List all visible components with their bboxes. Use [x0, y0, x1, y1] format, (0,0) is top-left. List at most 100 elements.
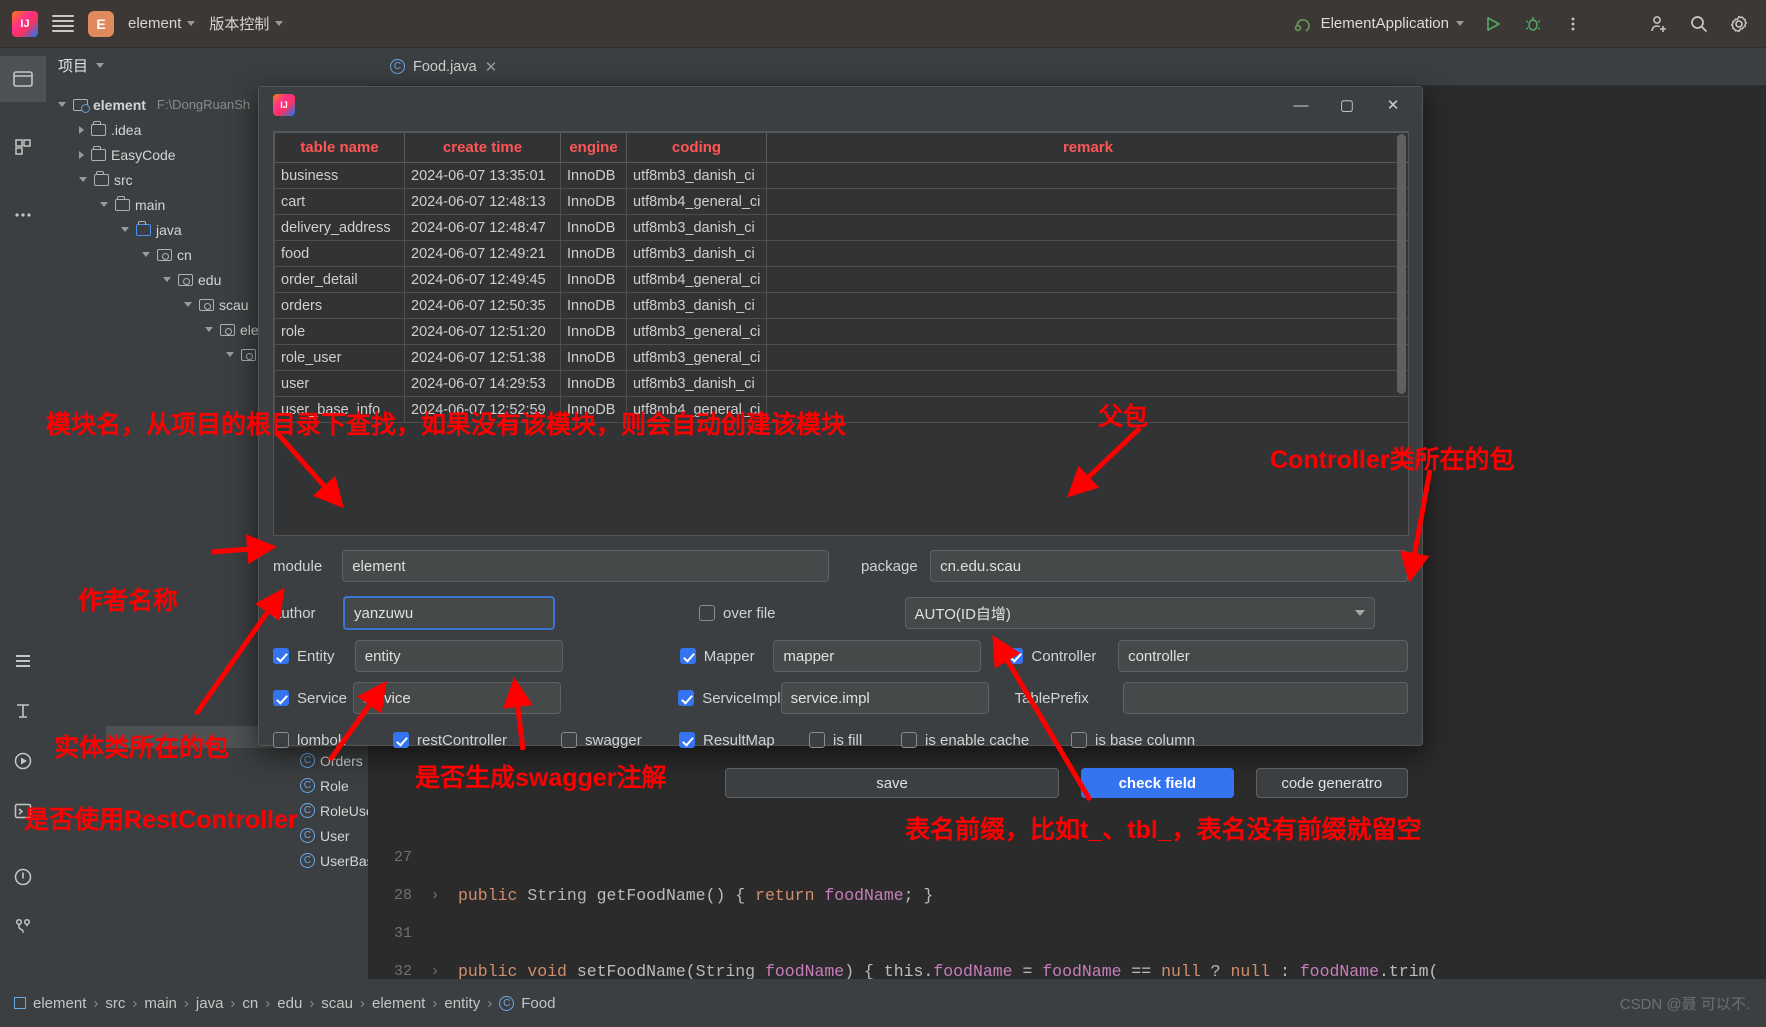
breadcrumb-item[interactable]: main [144, 995, 177, 1012]
table-row[interactable]: orders 2024-06-07 12:50:35 InnoDB utf8mb3_d… [274, 292, 1408, 319]
chevron-down-icon[interactable] [142, 252, 150, 257]
table-column-header[interactable]: table name [274, 132, 405, 163]
serviceimpl-package-input[interactable] [780, 682, 989, 714]
breadcrumb-item[interactable]: java [196, 995, 224, 1012]
flag-swagger-checkbox[interactable] [561, 732, 577, 748]
breadcrumb-item[interactable]: element [33, 995, 86, 1012]
sidebar-item-todo[interactable] [0, 688, 46, 734]
tab-food-java[interactable]: C Food.java ✕ [382, 48, 505, 86]
flag-is-enable-cache-checkbox[interactable] [901, 732, 917, 748]
sidebar-item-commit[interactable] [0, 638, 46, 684]
fold-chevron-icon[interactable]: › [412, 887, 458, 904]
serviceimpl-checkbox-row[interactable]: ServiceImpl [678, 690, 781, 707]
tableprefix-input[interactable] [1123, 682, 1408, 714]
debug-icon[interactable] [1522, 13, 1544, 35]
mapper-checkbox-row[interactable]: Mapper [679, 648, 774, 665]
close-icon[interactable]: ✕ [485, 58, 498, 76]
check-field-button[interactable]: check field [1081, 768, 1234, 798]
table-column-header[interactable]: engine [560, 132, 627, 163]
dialog-titlebar[interactable]: — ▢ ✕ [259, 87, 1422, 123]
chevron-down-icon[interactable] [121, 227, 129, 232]
author-input[interactable] [343, 596, 555, 630]
table-row[interactable]: business 2024-06-07 13:35:01 InnoDB utf8mb3… [274, 162, 1408, 189]
breadcrumb[interactable]: element › src › main › java › cn › edu › scau › elemen… [33, 995, 555, 1012]
package-input[interactable] [930, 550, 1408, 582]
maximize-button[interactable]: ▢ [1324, 88, 1370, 122]
over-file-checkbox[interactable] [699, 605, 715, 621]
breadcrumb-item[interactable]: src [105, 995, 125, 1012]
table-row[interactable]: delivery_address 2024-06-07 12:48:47 InnoD… [274, 214, 1408, 241]
entity-package-input[interactable] [354, 640, 563, 672]
table-row[interactable]: food 2024-06-07 12:49:21 InnoDB utf8mb3_dan… [274, 240, 1408, 267]
id-strategy-select[interactable]: AUTO(ID自增) [904, 597, 1375, 629]
fold-chevron-icon[interactable]: › [412, 963, 458, 980]
chevron-down-icon[interactable] [205, 327, 213, 332]
controller-checkbox-row[interactable]: Controller [1007, 648, 1118, 665]
project-selector[interactable]: element [128, 15, 196, 32]
chevron-down-icon[interactable] [100, 202, 108, 207]
main-menu-icon[interactable] [52, 14, 74, 33]
chevron-down-icon[interactable] [163, 277, 171, 282]
sidebar-item-problems[interactable] [0, 854, 46, 900]
chevron-down-icon[interactable] [184, 302, 192, 307]
table-body[interactable]: business 2024-06-07 13:35:01 InnoDB utf8mb3… [274, 162, 1408, 423]
settings-gear-icon[interactable] [1728, 13, 1750, 35]
mapper-checkbox[interactable] [679, 648, 696, 664]
code-generator-button[interactable]: code generatro [1255, 768, 1408, 798]
flag-is-fill-row[interactable]: is fill [809, 732, 901, 749]
breadcrumb-item[interactable]: element [372, 995, 425, 1012]
sidebar-item-vcs[interactable] [0, 904, 46, 950]
chevron-down-icon[interactable] [58, 102, 66, 107]
flag-is-base-column-row[interactable]: is base column [1071, 732, 1226, 749]
controller-checkbox[interactable] [1007, 648, 1024, 664]
breadcrumb-item[interactable]: scau [321, 995, 353, 1012]
flag-lombok-row[interactable]: lombok [273, 732, 393, 749]
mapper-package-input[interactable] [773, 640, 982, 672]
close-button[interactable]: ✕ [1370, 88, 1416, 122]
table-row[interactable]: cart 2024-06-07 12:48:13 InnoDB utf8mb4_gen… [274, 188, 1408, 215]
add-user-icon[interactable] [1648, 13, 1670, 35]
serviceimpl-checkbox[interactable] [678, 690, 695, 706]
service-package-input[interactable] [353, 682, 562, 714]
sidebar-item-structure[interactable] [0, 124, 46, 170]
save-button[interactable]: save [725, 768, 1060, 798]
flag-restcontroller-checkbox[interactable] [393, 732, 409, 748]
vertical-scrollbar[interactable] [1397, 134, 1406, 394]
breadcrumb-item[interactable]: entity [444, 995, 480, 1012]
chevron-down-icon[interactable] [226, 352, 234, 357]
entity-checkbox[interactable] [273, 648, 289, 664]
flag-resultmap-checkbox[interactable] [679, 732, 695, 748]
table-column-header[interactable]: create time [404, 132, 561, 163]
breadcrumb-item[interactable]: edu [277, 995, 302, 1012]
breadcrumb-item[interactable]: cn [242, 995, 258, 1012]
sidebar-item-project[interactable] [0, 56, 46, 102]
table-row[interactable]: order_detail 2024-06-07 12:49:45 InnoDB utf… [274, 266, 1408, 293]
sidebar-item-more[interactable] [0, 192, 46, 238]
service-checkbox[interactable] [273, 690, 289, 706]
run-icon[interactable] [1482, 13, 1504, 35]
table-row[interactable]: role 2024-06-07 12:51:20 InnoDB utf8mb3_gen… [274, 318, 1408, 345]
flag-lombok-checkbox[interactable] [273, 732, 289, 748]
flag-is-enable-cache-row[interactable]: is enable cache [901, 732, 1071, 749]
table-column-header[interactable]: coding [626, 132, 767, 163]
project-panel-header[interactable]: 项目 [46, 48, 368, 82]
flag-is-base-column-checkbox[interactable] [1071, 732, 1087, 748]
chevron-right-icon[interactable] [79, 150, 84, 159]
table-row[interactable]: role_user 2024-06-07 12:51:38 InnoDB utf8mb… [274, 344, 1408, 371]
chevron-right-icon[interactable] [79, 125, 84, 134]
vcs-selector[interactable]: 版本控制 [209, 13, 284, 34]
flag-restcontroller-row[interactable]: restController [393, 732, 561, 749]
service-checkbox-row[interactable]: Service [273, 690, 353, 707]
module-input[interactable] [342, 550, 829, 582]
flag-is-fill-checkbox[interactable] [809, 732, 825, 748]
run-configuration-selector[interactable]: ElementApplication [1292, 13, 1464, 35]
controller-package-input[interactable] [1118, 640, 1408, 672]
more-icon[interactable] [1562, 13, 1584, 35]
code-viewport[interactable]: 27 28 › public String getFoodName() { retur… [368, 838, 1766, 990]
over-file-checkbox-row[interactable]: over file [699, 605, 776, 622]
flag-resultmap-row[interactable]: ResultMap [679, 732, 809, 749]
table-column-header[interactable]: remark [766, 132, 1408, 163]
entity-checkbox-row[interactable]: Entity [273, 648, 355, 665]
sidebar-item-run[interactable] [0, 738, 46, 784]
minimize-button[interactable]: — [1278, 88, 1324, 122]
